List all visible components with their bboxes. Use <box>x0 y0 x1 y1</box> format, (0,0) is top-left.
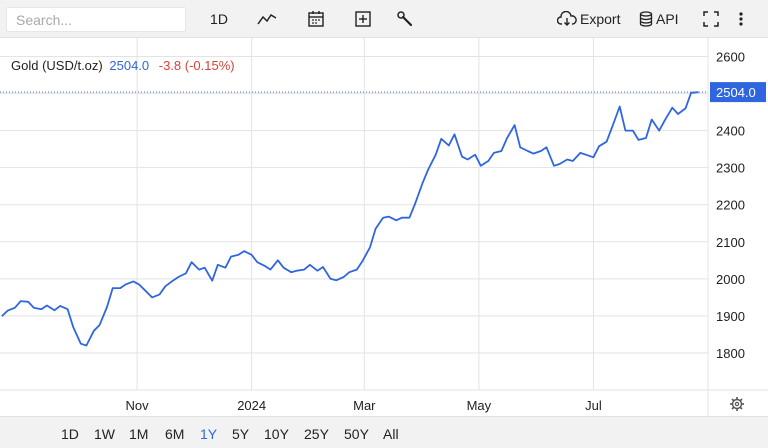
calendar-icon <box>308 11 324 27</box>
gear-icon <box>730 397 744 411</box>
range-25y[interactable]: 25Y <box>304 426 329 442</box>
instrument-change: -3.8 (-0.15%) <box>158 58 235 73</box>
fullscreen-button[interactable] <box>701 8 721 30</box>
x-tick-label: May <box>467 398 492 413</box>
export-label: Export <box>580 11 621 27</box>
wrench-icon <box>397 11 413 27</box>
y-tick-label: 2100 <box>716 235 745 250</box>
grid-lines <box>0 38 768 416</box>
last-price-tag-text: 2504.0 <box>716 85 756 100</box>
x-tick-label: Nov <box>126 398 150 413</box>
chart-settings-button[interactable] <box>730 397 744 411</box>
fullscreen-icon <box>703 11 719 27</box>
range-6m[interactable]: 6M <box>165 426 184 442</box>
export-button[interactable]: Export <box>557 8 623 30</box>
x-tick-label: Jul <box>585 398 602 413</box>
price-chart[interactable]: 180019002000210022002300240025002600 Nov… <box>0 38 768 416</box>
cloud-download-icon <box>557 11 577 26</box>
range-5y[interactable]: 5Y <box>232 426 249 442</box>
chart-type-button[interactable] <box>254 8 280 30</box>
y-tick-label: 1900 <box>716 309 745 324</box>
range-1w[interactable]: 1W <box>94 426 115 442</box>
instrument-name: Gold (USD/t.oz) <box>11 58 103 73</box>
gold-price-line <box>1 91 699 347</box>
x-tick-label: Mar <box>353 398 376 413</box>
plus-square-icon <box>355 11 371 27</box>
toolbar: 1D Export API <box>0 0 768 38</box>
instrument-price: 2504.0 <box>109 58 150 73</box>
line-chart-icon <box>257 13 277 25</box>
range-selector-bar: 1D 1W 1M 6M 1Y 5Y 10Y 25Y 50Y All <box>0 416 768 448</box>
y-tick-label: 2300 <box>716 161 745 176</box>
chart-legend: Gold (USD/t.oz) 2504.0 -3.8 (-0.15%) <box>11 58 235 73</box>
range-1y[interactable]: 1Y <box>200 426 217 442</box>
range-1m[interactable]: 1M <box>129 426 148 442</box>
compare-button[interactable] <box>352 8 374 30</box>
x-tick-label: 2024 <box>237 398 266 413</box>
search-input[interactable] <box>6 7 186 32</box>
y-tick-label: 2200 <box>716 198 745 213</box>
more-menu-button[interactable] <box>734 8 748 30</box>
range-10y[interactable]: 10Y <box>264 426 289 442</box>
last-price-tag: 2504.0 <box>710 82 766 103</box>
y-tick-label: 1800 <box>716 346 745 361</box>
date-range-button[interactable] <box>305 8 327 30</box>
more-vertical-icon <box>739 12 743 26</box>
api-button[interactable]: API <box>639 8 681 30</box>
y-tick-label: 2600 <box>716 50 745 65</box>
api-label: API <box>656 11 679 27</box>
range-1d[interactable]: 1D <box>61 426 79 442</box>
chart-area[interactable]: 180019002000210022002300240025002600 Nov… <box>0 38 768 416</box>
settings-tools-button[interactable] <box>394 8 416 30</box>
y-tick-label: 2000 <box>716 272 745 287</box>
y-tick-label: 2400 <box>716 124 745 139</box>
database-icon <box>639 11 653 27</box>
x-axis-labels: Nov 2024 Mar May Jul <box>126 398 602 413</box>
interval-button[interactable]: 1D <box>207 8 231 30</box>
range-all[interactable]: All <box>383 426 399 442</box>
range-50y[interactable]: 50Y <box>344 426 369 442</box>
